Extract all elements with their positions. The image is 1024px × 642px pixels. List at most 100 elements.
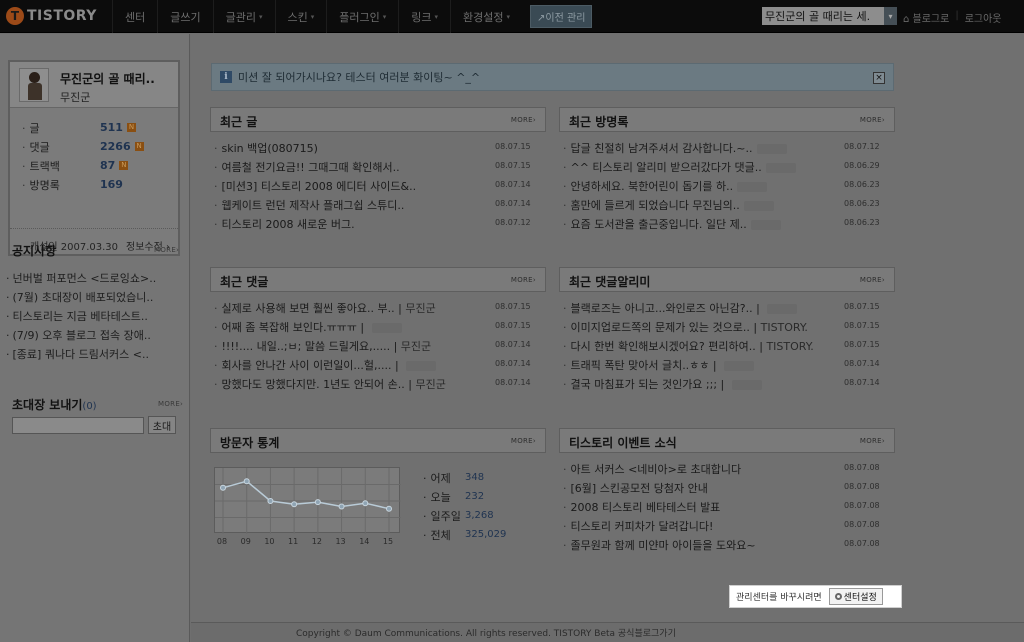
list-item[interactable]: 여름철 전기요금!! 그때그때 확인해서.. 08.07.15 — [210, 159, 546, 178]
list-item[interactable]: 이미지업로드쪽의 문제가 있는 것으로.. | TISTORY. 08.07.15 — [559, 319, 895, 338]
invite-button[interactable]: 초대 — [148, 416, 176, 434]
list-item[interactable]: 안녕하세요. 북한어린이 돕기를 하.. 08.06.23 — [559, 178, 895, 197]
list-item[interactable]: 블랙로즈는 아니고...와인로즈 아닌감?.. | 08.07.15 — [559, 300, 895, 319]
list-item[interactable]: 트래픽 폭탄 맞아서 글치..ㅎㅎ | 08.07.14 — [559, 357, 895, 376]
data-point — [220, 484, 226, 491]
notice-item[interactable]: 티스토리는 지금 베타테스트.. — [6, 308, 156, 327]
list-item[interactable]: 답글 친절히 남겨주셔서 감사합니다.~.. 08.07.12 — [559, 140, 895, 159]
list-item[interactable]: 다시 한번 확인해보시겠어요? 편리하여.. | TISTORY. 08.07.1… — [559, 338, 895, 357]
item-text-label: 이미지업로드쪽의 문제가 있는 것으로.. — [570, 321, 750, 334]
item-date: 08.06.29 — [844, 161, 880, 170]
list-item[interactable]: skin 백업(080715) 08.07.15 — [210, 140, 546, 159]
new-badge: N — [126, 123, 136, 132]
item-date: 08.07.15 — [844, 302, 880, 311]
x-tick-label: 08 — [216, 537, 228, 546]
author-placeholder — [731, 380, 762, 390]
list-item[interactable]: 웹케이트 런던 제작사 플래그쉽 스튜디.. 08.07.14 — [210, 197, 546, 216]
menu-center[interactable]: 센터 — [112, 0, 157, 33]
list-item[interactable]: ^^ 티스토리 알리미 받으러갔다가 댓글.. 08.06.29 — [559, 159, 895, 178]
blog-select[interactable]: 무진군의 골 때리는 세. ▾ — [762, 7, 897, 25]
menu-skin[interactable]: 스킨 ▾ — [274, 0, 327, 33]
close-icon[interactable]: × — [873, 72, 885, 84]
more-link[interactable]: MORE› — [511, 276, 536, 284]
visitor-chart — [214, 467, 401, 534]
blog-title[interactable]: 무진군의 골 때리.. — [60, 70, 155, 87]
notice-item[interactable]: (7월) 초대장이 배포되었습니.. — [6, 289, 156, 308]
stat-comments[interactable]: 댓글 2266 N — [22, 137, 144, 156]
more-link[interactable]: MORE› — [860, 116, 885, 124]
menu-settings[interactable]: 환경설정 ▾ — [450, 0, 522, 33]
list-item[interactable]: 망했다도 망했다지만. 1년도 안되어 손.. | 무진군 08.07.14 — [210, 376, 546, 395]
notice-alert: i 미션 잘 되어가시나요? 테스터 여러분 화이팅~ ^_^ × — [211, 63, 894, 91]
visitor-line-chart — [215, 468, 401, 534]
stat-posts[interactable]: 글 511 N — [22, 118, 144, 137]
item-text-label: !!!!.... 내일..;ㅂ; 말씀 드릴게요,..... — [221, 340, 391, 353]
prev-admin-button[interactable]: ↗이전 관리 — [530, 5, 593, 28]
notice-item[interactable]: (7/9) 오후 블로그 접속 장애.. — [6, 327, 156, 346]
menu-plugin[interactable]: 플러그인 ▾ — [326, 0, 398, 33]
notice-more-link[interactable]: MORE› — [154, 246, 179, 254]
visit-yesterday: 어제348 — [423, 468, 506, 487]
list-item[interactable]: 요즘 도서관을 출근중입니다. 일단 제.. 08.06.23 — [559, 216, 895, 235]
visit-week: 일주일3,268 — [423, 506, 506, 525]
more-link[interactable]: MORE› — [511, 116, 536, 124]
item-text-label: 홈만에 들르게 되었습니다 무진님의.. — [570, 199, 740, 212]
author-placeholder — [756, 144, 787, 154]
center-setting-button[interactable]: 센터설정 — [828, 588, 883, 605]
list-item[interactable]: 홈만에 들르게 되었습니다 무진님의.. 08.06.23 — [559, 197, 895, 216]
visit-label: 전체 — [423, 527, 465, 543]
list-item[interactable]: 실제로 사용해 보면 훨씬 좋아요.. 부.. | 무진군 08.07.15 — [210, 300, 546, 319]
item-text: 안녕하세요. 북한어린이 돕기를 하.. — [563, 178, 768, 194]
more-link[interactable]: MORE› — [860, 437, 885, 445]
new-badge: N — [119, 161, 129, 170]
panel-header: 최근 글 MORE› — [210, 107, 546, 132]
top-links: ⌂ 블로그로 | 로그아웃 — [903, 10, 1002, 25]
invite-email-input[interactable] — [12, 417, 144, 434]
item-author: 무진군 — [415, 378, 446, 391]
item-date: 08.07.14 — [495, 359, 531, 368]
list-item[interactable]: 티스토리 커피차가 달려갑니다! 08.07.08 — [559, 518, 895, 537]
chevron-down-icon[interactable]: ▾ — [884, 7, 897, 25]
center-setting-text: 관리센터를 바꾸시려면 — [736, 593, 822, 603]
notice-item[interactable]: [종료] 쿼나다 드림서커스 <.. — [6, 346, 156, 365]
logo-text: TISTORY — [27, 8, 97, 24]
gear-icon — [834, 593, 842, 600]
logout-link[interactable]: 로그아웃 — [965, 10, 1002, 25]
list-item[interactable]: 결국 마침표가 되는 것인가요 ;;; | 08.07.14 — [559, 376, 895, 395]
avatar[interactable] — [19, 68, 49, 102]
item-text: !!!!.... 내일..;ㅂ; 말씀 드릴게요,..... | 무진군 — [214, 338, 432, 354]
menu-link[interactable]: 링크 ▾ — [398, 0, 450, 33]
more-link[interactable]: MORE› — [511, 437, 536, 445]
list-item[interactable]: 졸무원과 함께 미얀마 아이들을 도와요~ 08.07.08 — [559, 537, 895, 556]
menu-post-manage[interactable]: 글관리 ▾ — [212, 0, 275, 33]
data-point — [243, 478, 250, 485]
item-text: 답글 친절히 남겨주셔서 감사합니다.~.. — [563, 140, 787, 156]
stat-trackbacks[interactable]: 트랙백 87 N — [22, 156, 144, 175]
list-item[interactable]: [6월] 스킨공모전 당첨자 안내 08.07.08 — [559, 480, 895, 499]
list-item[interactable]: !!!!.... 내일..;ㅂ; 말씀 드릴게요,..... | 무진군 08.0… — [210, 338, 546, 357]
list-item[interactable]: 어째 좀 복잡해 보인다.ㅠㅠㅠ | 08.07.15 — [210, 319, 546, 338]
list-item[interactable]: 회사를 안나간 사이 이런일이...헐,.... | 08.07.14 — [210, 357, 546, 376]
item-text: 다시 한번 확인해보시겠어요? 편리하여.. | TISTORY. — [563, 338, 814, 354]
tistory-logo[interactable]: T TISTORY — [6, 6, 97, 26]
stat-guestbook[interactable]: 방명록 169 — [22, 175, 144, 194]
invite-more-link[interactable]: MORE› — [158, 400, 183, 408]
more-link[interactable]: MORE› — [860, 276, 885, 284]
item-date: 08.07.12 — [844, 142, 880, 151]
list-item[interactable]: 아트 서커스 <네비아>로 초대합니다 08.07.08 — [559, 461, 895, 480]
go-to-blog-link[interactable]: ⌂ 블로그로 — [903, 10, 949, 25]
list-item[interactable]: 2008 티스토리 베타테스터 발표 08.07.08 — [559, 499, 895, 518]
copyright-text[interactable]: Copyright © Daum Communications. All rig… — [296, 626, 676, 639]
item-text: 트래픽 폭탄 맞아서 글치..ㅎㅎ | — [563, 357, 755, 373]
list-item[interactable]: [미션3] 티스토리 2008 에디터 사이드&.. 08.07.14 — [210, 178, 546, 197]
panel-header: 최근 방명록 MORE› — [559, 107, 895, 132]
main-menu: 센터 글쓰기 글관리 ▾ 스킨 ▾ 플러그인 ▾ 링크 ▾ 환경설정 ▾ ↗이전 관리 — [112, 0, 593, 33]
menu-write[interactable]: 글쓰기 — [157, 0, 212, 33]
x-tick-label: 11 — [288, 537, 299, 546]
comment-alarm-list: 블랙로즈는 아니고...와인로즈 아닌감?.. | 08.07.15 이미지업로… — [559, 300, 895, 395]
notice-item[interactable]: 넌버벌 퍼포먼스 <드로잉쇼>.. — [6, 270, 157, 289]
item-text-label: 다시 한번 확인해보시겠어요? 편리하여.. — [570, 340, 756, 353]
list-item[interactable]: 티스토리 2008 새로운 버그. 08.07.12 — [210, 216, 546, 235]
blog-select-value: 무진군의 골 때리는 세. — [765, 10, 871, 23]
item-text-label: 결국 마침표가 되는 것인가요 ;;; — [570, 378, 718, 391]
